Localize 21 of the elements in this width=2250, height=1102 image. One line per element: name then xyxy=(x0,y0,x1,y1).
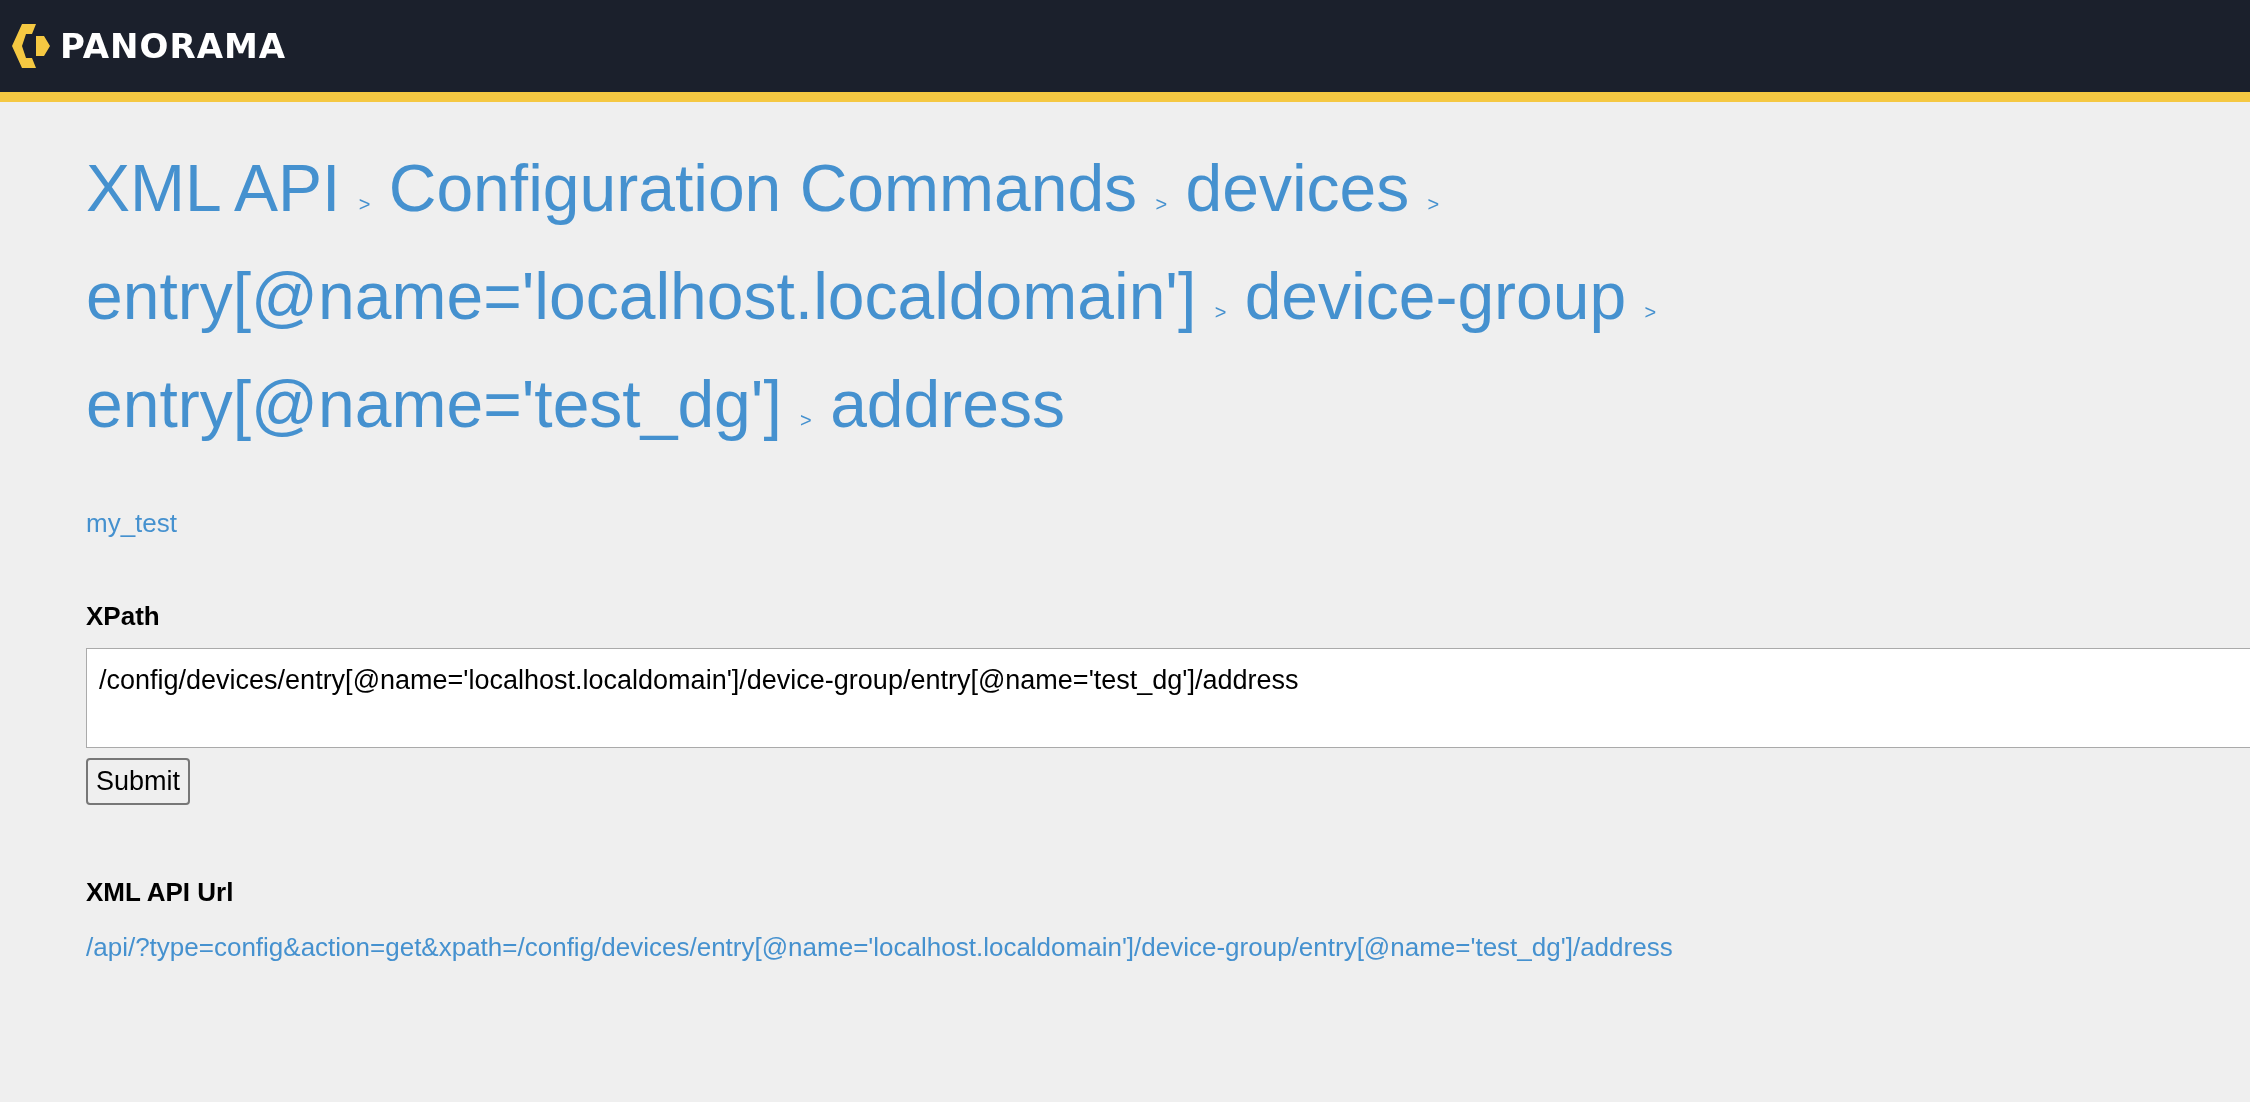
xml-api-url-label: XML API Url xyxy=(86,877,234,908)
breadcrumb-link[interactable]: entry[@name='localhost.localdomain'] xyxy=(86,259,1197,333)
breadcrumb-separator: > xyxy=(358,193,371,215)
breadcrumb-link[interactable]: Configuration Commands xyxy=(388,151,1138,225)
brand-name: PANORAMA xyxy=(60,26,287,66)
breadcrumb-link[interactable]: address xyxy=(830,367,1065,441)
hexagon-logo-icon xyxy=(12,24,52,68)
xpath-label: XPath xyxy=(86,601,160,632)
breadcrumb-separator: > xyxy=(1427,193,1440,215)
breadcrumb-separator: > xyxy=(1155,193,1168,215)
api-url-link[interactable]: /api/?type=config&action=get&xpath=/config/devices/entry[@name='localhost.localdomain']/device-group/entry[@name='test_dg']/address xyxy=(86,932,1673,963)
xpath-input-field[interactable]: /config/devices/entry[@name='localhost.localdomain']/device-group/entry[@name='test_dg']/address xyxy=(86,648,2250,748)
my-test-link[interactable]: my_test xyxy=(86,508,178,539)
breadcrumb-link[interactable]: device-group xyxy=(1244,259,1627,333)
submit-button[interactable]: Submit xyxy=(86,758,191,805)
breadcrumb-link[interactable]: devices xyxy=(1185,151,1410,225)
breadcrumb-separator: > xyxy=(1214,301,1227,323)
breadcrumb-separator: > xyxy=(1644,301,1657,323)
breadcrumb-link[interactable]: XML API xyxy=(86,151,341,225)
breadcrumb-link[interactable]: entry[@name='test_dg'] xyxy=(86,367,782,441)
breadcrumb-separator: > xyxy=(800,409,812,431)
